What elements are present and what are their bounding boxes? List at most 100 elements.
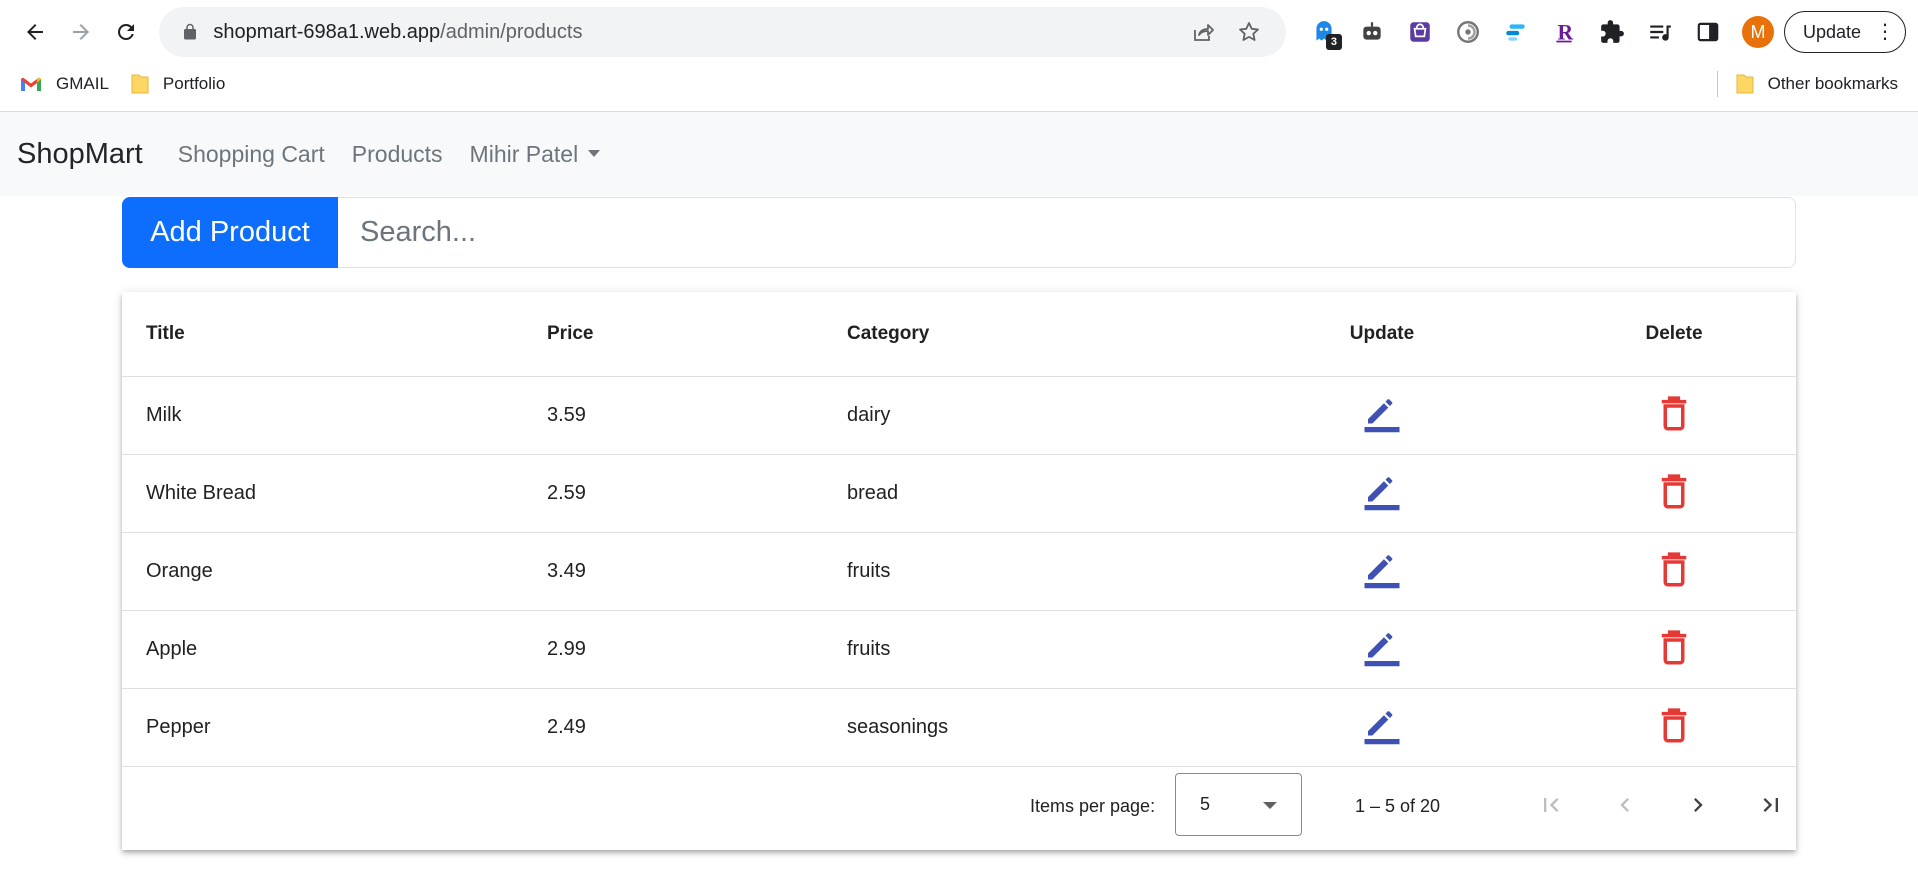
delete-button[interactable]	[1653, 470, 1695, 518]
cell-title: Pepper	[146, 716, 211, 738]
url-path: /admin/products	[440, 20, 583, 43]
app-navbar: ShopMart Shopping Cart Products Mihir Pa…	[0, 112, 1918, 196]
cell-title: Apple	[146, 638, 198, 660]
cell-category: fruits	[847, 638, 891, 660]
folder-icon	[1736, 74, 1754, 94]
cell-price: 2.99	[547, 638, 586, 660]
update-label: Update	[1802, 21, 1862, 42]
playlist-icon	[1650, 25, 1671, 41]
letter-r-icon: R	[1556, 21, 1573, 45]
side-panel-button[interactable]	[1684, 8, 1732, 56]
swirl-extension[interactable]	[1444, 8, 1492, 56]
edit-button[interactable]	[1361, 392, 1403, 440]
user-dropdown[interactable]: Mihir Patel	[470, 141, 601, 168]
add-product-button[interactable]: Add Product	[122, 197, 338, 268]
page-size-value: 5	[1200, 794, 1211, 814]
reading-list-button[interactable]	[1636, 8, 1684, 56]
page-size-select[interactable]: 5	[1175, 773, 1302, 836]
edit-button[interactable]	[1361, 626, 1403, 674]
column-header-category: Category	[847, 323, 930, 344]
previous-page-button[interactable]	[1602, 782, 1648, 828]
browser-toolbar: shopmart-698a1.web.app/admin/products 3	[0, 0, 1918, 64]
select-arrow-icon	[1263, 802, 1277, 809]
product-search-group: Add Product Search...	[122, 197, 1796, 268]
bookmark-label: Portfolio	[162, 74, 226, 93]
bookmark-label: GMAIL	[56, 74, 109, 93]
table-header-row: Title Price Category Update Delete	[122, 292, 1796, 377]
delete-cell	[1574, 455, 1774, 532]
update-cell	[1282, 377, 1482, 454]
update-cell	[1282, 611, 1482, 688]
folder-icon	[131, 74, 149, 94]
back-arrow-icon	[26, 24, 43, 40]
cell-price: 3.59	[547, 404, 586, 426]
robot-extension[interactable]	[1348, 8, 1396, 56]
bookmarks-divider	[1716, 71, 1718, 97]
nav-products[interactable]: Products	[352, 141, 443, 168]
cart-extension[interactable]	[1396, 8, 1444, 56]
kebab-menu-icon: ⋮	[1875, 21, 1896, 43]
chrome-update-button[interactable]: Update ⋮	[1783, 11, 1907, 53]
delete-button[interactable]	[1653, 626, 1695, 674]
delete-button[interactable]	[1653, 548, 1695, 596]
bookmark-star-button[interactable]	[1226, 9, 1272, 55]
edit-pencil-icon	[1364, 398, 1400, 432]
update-cell	[1282, 689, 1482, 766]
other-bookmarks[interactable]: Other bookmarks	[1716, 64, 1898, 104]
forward-button[interactable]	[58, 9, 104, 55]
last-page-button[interactable]	[1748, 782, 1794, 828]
delete-cell	[1574, 611, 1774, 688]
r-extension[interactable]: R	[1540, 8, 1588, 56]
url-text: shopmart-698a1.web.app/admin/products	[213, 21, 1180, 44]
extensions-button[interactable]	[1588, 8, 1636, 56]
lock-icon	[184, 23, 197, 40]
brand-logo[interactable]: ShopMart	[17, 138, 143, 171]
star-icon	[1239, 22, 1259, 41]
bookmark-gmail[interactable]: GMAIL	[20, 74, 109, 94]
delete-cell	[1574, 533, 1774, 610]
trash-icon	[1661, 707, 1687, 742]
share-button[interactable]	[1180, 9, 1226, 55]
delete-button[interactable]	[1653, 392, 1695, 440]
edit-pencil-icon	[1364, 710, 1400, 744]
table-row: Pepper 2.49 seasonings	[122, 689, 1796, 767]
edit-button[interactable]	[1361, 470, 1403, 518]
trash-icon	[1661, 629, 1687, 664]
search-input[interactable]: Search...	[338, 197, 1796, 268]
bookmark-portfolio[interactable]: Portfolio	[131, 73, 225, 95]
address-bar[interactable]: shopmart-698a1.web.app/admin/products	[159, 7, 1286, 57]
update-cell	[1282, 455, 1482, 532]
cell-price: 3.49	[547, 560, 586, 582]
last-page-icon	[1763, 798, 1778, 812]
first-page-button[interactable]	[1528, 782, 1574, 828]
cell-title: Milk	[146, 404, 182, 426]
gmail-icon	[21, 77, 41, 91]
edit-button[interactable]	[1361, 704, 1403, 752]
table-row: Apple 2.99 fruits	[122, 611, 1796, 689]
caret-down-icon	[588, 149, 601, 157]
cell-price: 2.49	[547, 716, 586, 738]
column-header-title: Title	[146, 323, 185, 344]
delete-cell	[1574, 377, 1774, 454]
cell-category: seasonings	[847, 716, 949, 738]
items-per-page-label: Items per page:	[1030, 795, 1156, 816]
back-button[interactable]	[12, 9, 58, 55]
trash-icon	[1661, 473, 1687, 508]
chevron-right-icon	[1694, 798, 1703, 812]
reload-button[interactable]	[104, 9, 150, 55]
cell-category: bread	[847, 482, 899, 504]
ghostery-extension[interactable]: 3	[1300, 8, 1348, 56]
nav-shopping-cart[interactable]: Shopping Cart	[178, 141, 325, 168]
trash-icon	[1661, 395, 1687, 430]
delete-button[interactable]	[1653, 704, 1695, 752]
next-page-button[interactable]	[1675, 782, 1721, 828]
update-cell	[1282, 533, 1482, 610]
table-row: Milk 3.59 dairy	[122, 377, 1796, 455]
table-row: White Bread 2.59 bread	[122, 455, 1796, 533]
stack-extension[interactable]	[1492, 8, 1540, 56]
cell-price: 2.59	[547, 482, 586, 504]
first-page-icon	[1544, 798, 1559, 812]
edit-button[interactable]	[1361, 548, 1403, 596]
profile-avatar[interactable]: M	[1741, 16, 1774, 48]
puzzle-icon	[1601, 20, 1624, 43]
